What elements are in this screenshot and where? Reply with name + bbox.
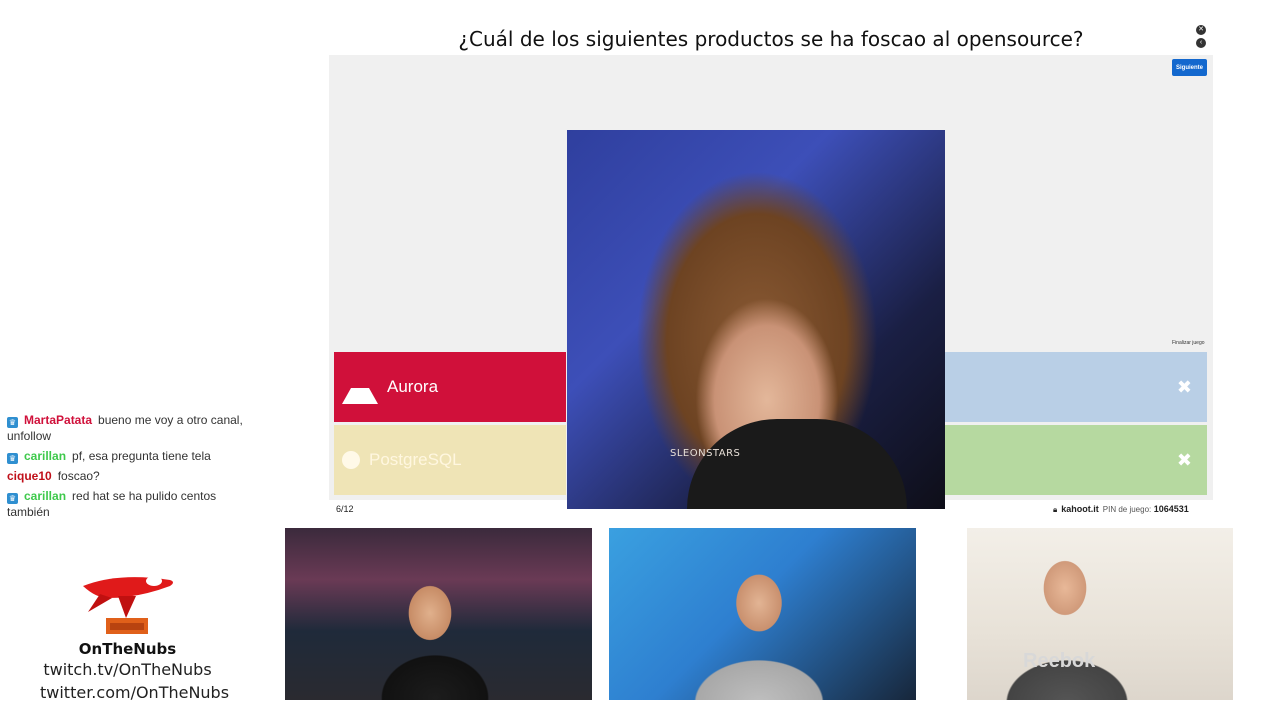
chat-username[interactable]: cique10 <box>7 469 52 483</box>
chat-message: ♛ MartaPatata bueno me voy a otro canal, u… <box>7 412 247 444</box>
next-button[interactable]: Siguiente <box>1172 59 1207 76</box>
rocket-logo-icon <box>82 576 173 634</box>
crown-icon: ♛ <box>7 453 18 464</box>
close-icon: ✖ <box>1176 376 1192 397</box>
chat-message: ♛ carillan red hat se ha pulido centos tam… <box>7 488 247 520</box>
shirt-logo: Reebok <box>1023 650 1096 672</box>
webcam-host-2 <box>609 528 916 700</box>
question-counter: 6/12 <box>336 504 354 514</box>
back-icon[interactable]: ‹ <box>1196 38 1206 48</box>
pin-label: PIN de juego: <box>1102 505 1152 514</box>
webcam-host-1 <box>285 528 592 700</box>
pin-value: 1064531 <box>1153 504 1189 514</box>
close-icon[interactable]: ✕ <box>1196 25 1206 35</box>
answer-option-postgresql[interactable]: PostgreSQL <box>334 425 566 495</box>
crown-icon: ♛ <box>7 417 18 428</box>
chat-username[interactable]: carillan <box>24 449 66 463</box>
triangle-icon <box>342 370 378 404</box>
window-controls: ✕ ‹ <box>1196 25 1208 51</box>
channel-name: OnTheNubs <box>78 640 177 658</box>
chat-message: ♛ carillan pf, esa pregunta tiene tela <box>7 448 247 464</box>
twitch-link[interactable]: twitch.tv/OnTheNubs <box>40 658 215 681</box>
circle-icon <box>342 451 360 469</box>
chat-username[interactable]: MartaPatata <box>24 413 92 427</box>
end-game-link[interactable]: Finalizar juego <box>1172 340 1205 346</box>
game-pin-info: 🔒︎ kahoot.it PIN de juego: 1064531 <box>1053 504 1189 515</box>
chat-username[interactable]: carillan <box>24 489 66 503</box>
chat-panel: ♛ MartaPatata bueno me voy a otro canal, u… <box>7 412 247 524</box>
close-icon: ✖ <box>1176 449 1192 470</box>
crown-icon: ♛ <box>7 493 18 504</box>
answer-label: PostgreSQL <box>369 450 462 469</box>
chat-message: cique10 foscao? <box>7 468 247 484</box>
overlay-photo: SLEONSTARS <box>567 130 945 509</box>
twitter-link[interactable]: twitter.com/OnTheNubs <box>40 681 229 704</box>
webcam-host-3: Reebok <box>967 528 1233 700</box>
photo-detail <box>687 419 907 509</box>
answer-label: Aurora <box>387 377 439 396</box>
channel-branding: OnTheNubs twitch.tv/OnTheNubs twitter.co… <box>40 568 229 704</box>
lock-icon: 🔒︎ <box>1053 505 1058 514</box>
chat-text: foscao? <box>57 469 100 483</box>
photo-watermark: SLEONSTARS <box>670 448 741 459</box>
answer-option-4[interactable]: ✖ <box>945 425 1207 495</box>
chat-text: pf, esa pregunta tiene tela <box>72 449 211 463</box>
site-name: kahoot.it <box>1061 504 1099 514</box>
answer-option-aurora[interactable]: Aurora <box>334 352 566 422</box>
answer-option-3[interactable]: ✖ <box>945 352 1207 422</box>
question-title: ¿Cuál de los siguientes productos se ha … <box>458 27 1084 51</box>
